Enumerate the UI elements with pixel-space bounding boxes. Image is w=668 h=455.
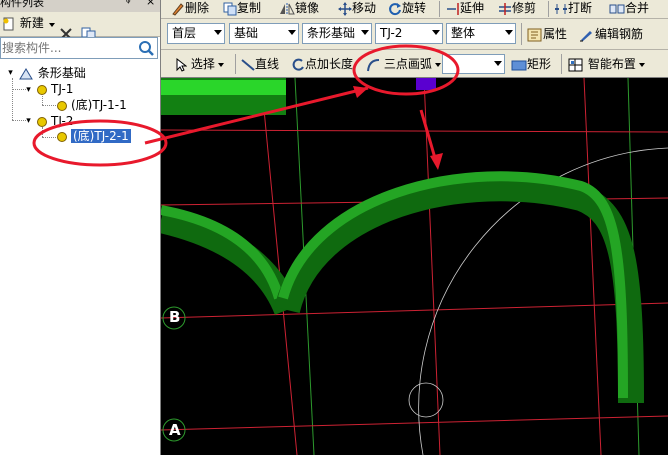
foundation-bar-top [161, 80, 286, 95]
trim-button[interactable]: 修剪 [498, 0, 536, 16]
tree-connector [42, 137, 56, 138]
copy-icon [223, 2, 237, 15]
axis-label-b: B [169, 308, 181, 326]
chevron-down-icon [217, 62, 224, 67]
extend-icon [447, 2, 459, 15]
tree-item-tj2-1[interactable]: (底)TJ-2-1 [57, 128, 131, 144]
component-toolbar: 新建 [0, 12, 160, 41]
new-button[interactable]: 新建 [2, 14, 44, 32]
selector-toolbar: 首层 基础 条形基础 TJ-2 整体 属性 编辑钢筋 [161, 19, 668, 50]
toolbar-separator [561, 54, 562, 74]
rotate-button[interactable]: 旋转 [388, 0, 426, 16]
chevron-down-icon [214, 30, 222, 35]
chevron-down-icon [434, 62, 441, 67]
tree-group-tj2[interactable]: TJ-2 [37, 113, 73, 129]
tree-connector [42, 96, 43, 105]
component-list-panel: 构件列表 ᵠ × 新建 ▾ 条形基础 ▾ TJ-1 (底)TJ-1-1 ▾ TJ… [0, 0, 161, 455]
rectangle-icon [511, 60, 527, 70]
toolbar-separator [521, 23, 522, 45]
drawing-canvas[interactable]: B A [161, 78, 668, 455]
mirror-button[interactable]: 镜像 [279, 0, 319, 16]
smart-grid-icon [568, 58, 583, 71]
chevron-down-icon [638, 62, 645, 67]
pencil-icon [172, 2, 184, 16]
rect-button[interactable]: 矩形 [511, 54, 551, 74]
tree-connector [12, 78, 13, 120]
scope-select[interactable]: 整体 [446, 23, 516, 44]
three-point-arc-button[interactable]: 三点画弧 [366, 54, 441, 74]
copy-button[interactable]: 复制 [223, 0, 261, 16]
strip-foundation-icon [19, 67, 33, 79]
category-select[interactable]: 基础 [229, 23, 299, 44]
toolbar-separator [439, 1, 440, 17]
chevron-down-icon [505, 30, 513, 35]
properties-icon [527, 28, 542, 41]
edit-toolbar: 删除 复制 镜像 移动 旋转 延伸 修剪 打断 合并 [161, 0, 668, 19]
rotate-icon [389, 2, 401, 15]
point-length-button[interactable]: 点加长度 [291, 54, 353, 74]
arc-point-marker [416, 78, 436, 90]
draw-toolbar: 选择 直线 点加长度 三点画弧 矩形 智能布置 [161, 50, 668, 78]
chevron-down-icon [361, 30, 369, 35]
search-input[interactable] [1, 39, 132, 57]
break-button[interactable]: 打断 [554, 0, 592, 16]
chevron-down-icon [432, 30, 440, 35]
toolbar-separator [235, 54, 236, 74]
rebar-pen-icon [580, 30, 592, 41]
search-icon[interactable] [137, 39, 155, 57]
canvas-drawing [161, 78, 668, 455]
collapse-toggle[interactable]: ▾ [24, 86, 33, 95]
delete-button[interactable]: 删除 [171, 0, 209, 16]
extend-button[interactable]: 延伸 [446, 0, 484, 16]
strip-foundation-arc-main-top [278, 171, 628, 399]
axis-label-a: A [169, 421, 181, 439]
arc-mode-select[interactable] [442, 54, 505, 74]
type-select[interactable]: 条形基础 [302, 23, 372, 44]
new-doc-icon [3, 17, 14, 30]
close-icon[interactable]: × [146, 0, 155, 7]
trim-icon [499, 2, 511, 15]
pin-icon[interactable]: ᵠ [126, 0, 131, 8]
chevron-down-icon [288, 30, 296, 35]
search-box [0, 37, 158, 59]
collapse-toggle[interactable]: ▾ [6, 69, 15, 78]
line-button[interactable]: 直线 [241, 54, 279, 74]
merge-button[interactable]: 合并 [609, 0, 649, 16]
properties-button[interactable]: 属性 [527, 24, 567, 44]
point-length-icon [292, 58, 304, 71]
move-button[interactable]: 移动 [338, 0, 376, 16]
tree-item-tj1-1[interactable]: (底)TJ-1-1 [57, 97, 127, 113]
toolbar-separator [548, 1, 549, 17]
panel-title-bar: 构件列表 ᵠ × [0, 0, 160, 12]
chevron-down-icon [494, 61, 502, 66]
new-dropdown-arrow[interactable] [46, 15, 55, 33]
move-arrows-icon [338, 1, 352, 16]
select-button[interactable]: 选择 [175, 54, 224, 74]
smart-place-button[interactable]: 智能布置 [568, 54, 645, 74]
mirror-icon [280, 2, 295, 15]
collapse-toggle[interactable]: ▾ [24, 117, 33, 126]
component-gear-icon [57, 100, 67, 111]
break-icon [555, 3, 567, 14]
component-gear-icon [57, 131, 67, 142]
component-gear-icon [37, 116, 47, 127]
floor-select[interactable]: 首层 [167, 23, 225, 44]
panel-title: 构件列表 [0, 0, 44, 9]
component-select[interactable]: TJ-2 [375, 23, 443, 44]
edit-rebar-button[interactable]: 编辑钢筋 [579, 24, 643, 44]
component-gear-icon [37, 84, 47, 95]
tree-group-tj1[interactable]: TJ-1 [37, 81, 73, 97]
arc-icon [367, 58, 380, 71]
grid-lines [161, 78, 668, 455]
tree-connector [42, 105, 56, 106]
merge-icon [609, 4, 625, 13]
cursor-arrow-icon [176, 57, 187, 72]
line-draw-icon [241, 58, 255, 71]
tree-root[interactable]: 条形基础 [18, 65, 86, 81]
